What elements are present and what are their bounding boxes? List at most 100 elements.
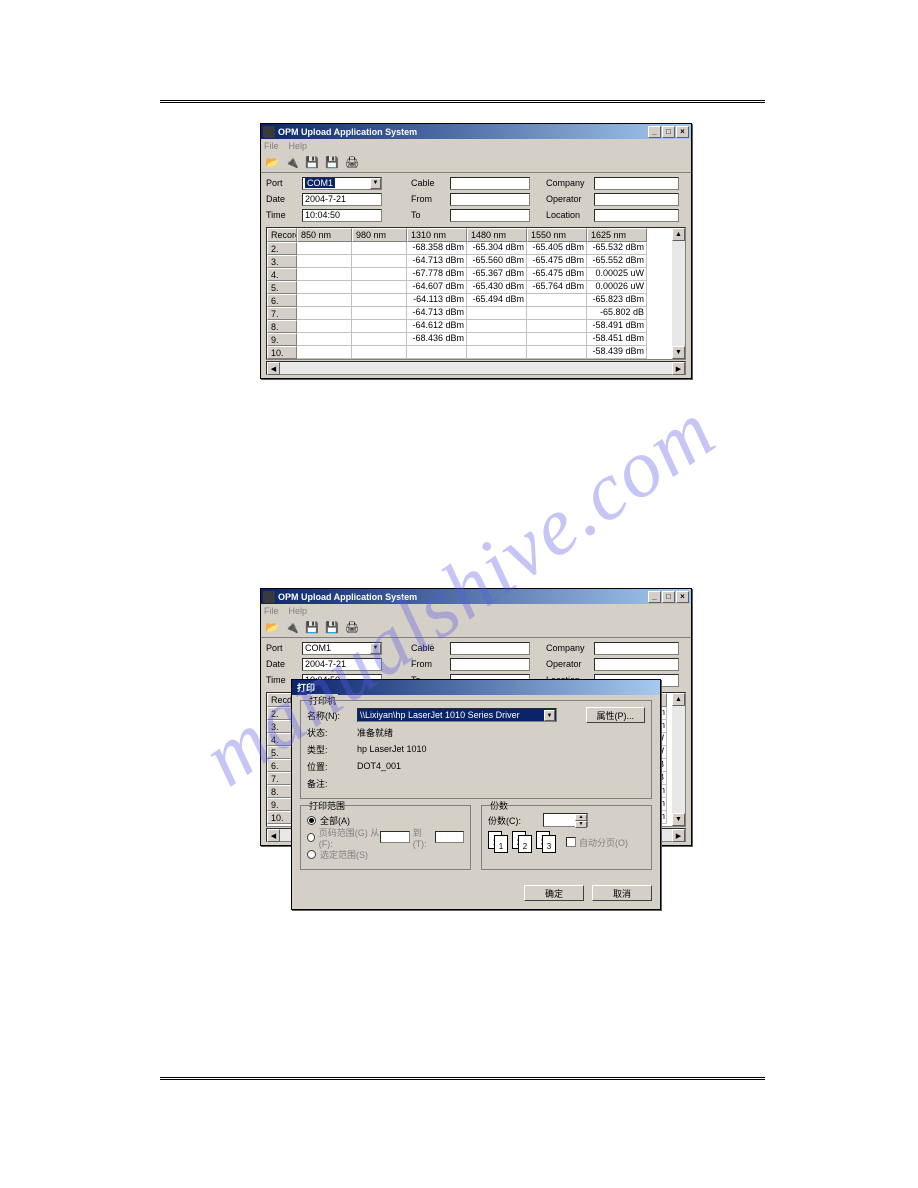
cell-1625nm[interactable]: -65.823 dBm [587, 294, 647, 307]
cell-1310nm[interactable] [407, 346, 467, 359]
dropdown-icon[interactable]: ▼ [370, 643, 381, 654]
cell-850nm[interactable] [297, 242, 352, 255]
cell-1310nm[interactable]: -67.778 dBm [407, 268, 467, 281]
header-record[interactable]: Record [267, 228, 297, 242]
dropdown-icon[interactable]: ▼ [544, 710, 555, 721]
time-input[interactable]: 10:04:50 [302, 209, 382, 222]
cell-1480nm[interactable] [467, 346, 527, 359]
cell-1310nm[interactable]: -64.612 dBm [407, 320, 467, 333]
cell-1550nm[interactable]: -65.405 dBm [527, 242, 587, 255]
maximize-button[interactable]: □ [662, 591, 675, 603]
cell-850nm[interactable] [297, 294, 352, 307]
cell-850nm[interactable] [297, 268, 352, 281]
titlebar[interactable]: OPM Upload Application System _ □ × [261, 589, 691, 604]
cell-1310nm[interactable]: -68.436 dBm [407, 333, 467, 346]
cell-1625nm[interactable]: 0.00026 uW [587, 281, 647, 294]
horizontal-scrollbar[interactable]: ◀ ▶ [266, 361, 686, 375]
pages-to-input[interactable] [435, 831, 464, 843]
menu-help[interactable]: Help [289, 141, 308, 151]
cell-1550nm[interactable]: -65.764 dBm [527, 281, 587, 294]
cell-980nm[interactable] [352, 242, 407, 255]
vertical-scrollbar[interactable]: ▲ ▼ [672, 228, 685, 359]
cell-1625nm[interactable]: -58.439 dBm [587, 346, 647, 359]
print-icon[interactable]: 🖨 [345, 621, 359, 635]
cell-1310nm[interactable]: -64.113 dBm [407, 294, 467, 307]
cell-1550nm[interactable] [527, 333, 587, 346]
connect-icon[interactable]: 🔌 [285, 156, 299, 170]
cell-980nm[interactable] [352, 307, 407, 320]
company-input[interactable] [594, 642, 679, 655]
cell-850nm[interactable] [297, 320, 352, 333]
cell-1550nm[interactable] [527, 307, 587, 320]
close-button[interactable]: × [676, 591, 689, 603]
cell-1310nm[interactable]: -68.358 dBm [407, 242, 467, 255]
dropdown-icon[interactable]: ▼ [370, 178, 381, 189]
cell-1550nm[interactable] [527, 320, 587, 333]
operator-input[interactable] [594, 193, 679, 206]
disk-icon[interactable]: 💾 [305, 621, 319, 635]
cell-980nm[interactable] [352, 281, 407, 294]
cell-850nm[interactable] [297, 307, 352, 320]
cell-850nm[interactable] [297, 255, 352, 268]
cell-1480nm[interactable] [467, 320, 527, 333]
header-1310nm[interactable]: 1310 nm [407, 228, 467, 242]
header-980nm[interactable]: 980 nm [352, 228, 407, 242]
close-button[interactable]: × [676, 126, 689, 138]
cell-980nm[interactable] [352, 294, 407, 307]
cell-850nm[interactable] [297, 281, 352, 294]
cell-1480nm[interactable] [467, 333, 527, 346]
vertical-scrollbar[interactable]: ▲ ▼ [672, 693, 685, 826]
ok-button[interactable]: 确定 [524, 885, 584, 901]
location-input[interactable] [594, 209, 679, 222]
scroll-down-icon[interactable]: ▼ [672, 346, 685, 359]
save-icon[interactable]: 💾 [325, 156, 339, 170]
open-icon[interactable]: 📂 [265, 156, 279, 170]
cell-1480nm[interactable]: -65.304 dBm [467, 242, 527, 255]
cell-1310nm[interactable]: -64.607 dBm [407, 281, 467, 294]
disk-icon[interactable]: 💾 [305, 156, 319, 170]
header-1550nm[interactable]: 1550 nm [527, 228, 587, 242]
table-row[interactable]: 5.-64.607 dBm-65.430 dBm-65.764 dBm0.000… [267, 281, 685, 294]
date-input[interactable]: 2004-7-21 [302, 193, 382, 206]
cell-1550nm[interactable] [527, 294, 587, 307]
spinner-buttons[interactable]: ▲▼ [575, 814, 587, 826]
print-dialog-titlebar[interactable]: 打印 [292, 680, 660, 695]
cell-1625nm[interactable]: -65.532 dBm [587, 242, 647, 255]
header-1625nm[interactable]: 1625 nm [587, 228, 647, 242]
cell-1480nm[interactable]: -65.560 dBm [467, 255, 527, 268]
table-row[interactable]: 10.-58.439 dBm [267, 346, 685, 359]
table-row[interactable]: 8.-64.612 dBm-58.491 dBm [267, 320, 685, 333]
cell-1625nm[interactable]: -58.451 dBm [587, 333, 647, 346]
scroll-left-icon[interactable]: ◀ [267, 829, 280, 842]
cell-1550nm[interactable]: -65.475 dBm [527, 268, 587, 281]
from-input[interactable] [450, 658, 530, 671]
copies-input[interactable]: 1 ▲▼ [543, 813, 588, 827]
save-icon[interactable]: 💾 [325, 621, 339, 635]
table-row[interactable]: 7.-64.713 dBm-65.802 dB [267, 307, 685, 320]
radio-selection[interactable] [307, 850, 316, 859]
minimize-button[interactable]: _ [648, 126, 661, 138]
cell-850nm[interactable] [297, 333, 352, 346]
table-row[interactable]: 6.-64.113 dBm-65.494 dBm-65.823 dBm [267, 294, 685, 307]
table-row[interactable]: 9.-68.436 dBm-58.451 dBm [267, 333, 685, 346]
date-input[interactable]: 2004-7-21 [302, 658, 382, 671]
cell-1550nm[interactable]: -65.475 dBm [527, 255, 587, 268]
cell-980nm[interactable] [352, 333, 407, 346]
cell-1480nm[interactable] [467, 307, 527, 320]
cable-input[interactable] [450, 177, 530, 190]
cable-input[interactable] [450, 642, 530, 655]
cell-1310nm[interactable]: -64.713 dBm [407, 307, 467, 320]
table-row[interactable]: 2.-68.358 dBm-65.304 dBm-65.405 dBm-65.5… [267, 242, 685, 255]
header-850nm[interactable]: 850 nm [297, 228, 352, 242]
menu-file[interactable]: File [264, 141, 279, 151]
cell-1625nm[interactable]: -65.802 dB [587, 307, 647, 320]
cell-850nm[interactable] [297, 346, 352, 359]
pages-from-input[interactable] [380, 831, 409, 843]
scroll-right-icon[interactable]: ▶ [672, 829, 685, 842]
cell-1625nm[interactable]: -58.491 dBm [587, 320, 647, 333]
scroll-up-icon[interactable]: ▲ [672, 228, 685, 241]
operator-input[interactable] [594, 658, 679, 671]
maximize-button[interactable]: □ [662, 126, 675, 138]
from-input[interactable] [450, 193, 530, 206]
table-row[interactable]: 4.-67.778 dBm-65.367 dBm-65.475 dBm0.000… [267, 268, 685, 281]
